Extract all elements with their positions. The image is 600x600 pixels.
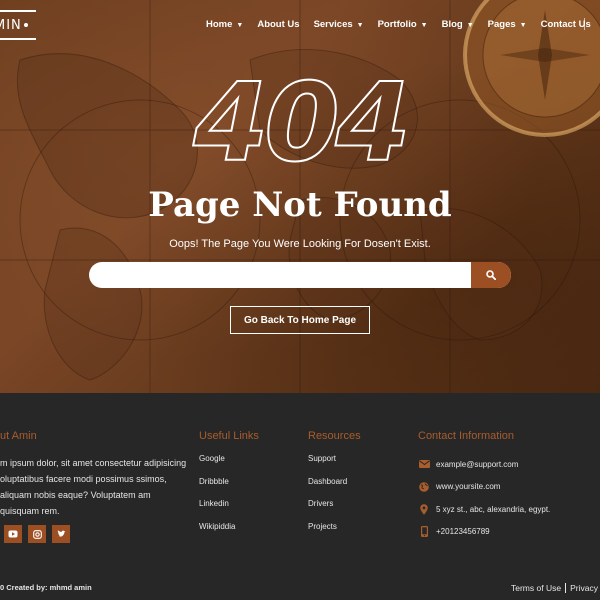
contact-phone[interactable]: +20123456789 (418, 521, 550, 544)
nav-label: About Us (257, 19, 300, 30)
location-pin-icon (418, 503, 430, 515)
social-links (4, 525, 70, 543)
contact-phone-text: +20123456789 (436, 527, 490, 537)
footer-link-dashboard[interactable]: Dashboard (308, 477, 347, 500)
chevron-down-icon: ▼ (519, 22, 527, 29)
search-icon (486, 270, 496, 280)
chevron-down-icon: ▼ (356, 22, 364, 29)
twitter-icon (57, 530, 65, 537)
legal-links: Terms of Use Privacy P (511, 583, 600, 593)
footer-link-drivers[interactable]: Drivers (308, 499, 347, 522)
site-logo[interactable]: MIN (0, 10, 36, 40)
error-code: 404 (0, 70, 600, 170)
legal-divider (565, 583, 567, 593)
envelope-icon (418, 458, 430, 470)
nav-home[interactable]: Home ▼ (206, 19, 243, 30)
privacy-link[interactable]: Privacy P (570, 583, 600, 593)
nav-services[interactable]: Services ▼ (314, 19, 364, 30)
search-bar (89, 262, 511, 288)
useful-links-title: Useful Links (199, 430, 259, 442)
nav-label: Home (206, 19, 233, 30)
chevron-down-icon: ▼ (420, 22, 428, 29)
youtube-icon (8, 530, 18, 538)
contact-title: Contact Information (418, 430, 514, 442)
copyright-text: 0 Created by: mhmd amin (0, 583, 92, 592)
nav-label: Pages (487, 19, 516, 30)
logo-text: MIN (0, 17, 22, 33)
contact-website-text: www.yoursite.com (436, 482, 501, 492)
hero-section: MIN Home▼ About Us Services▼ Portfolio▼ … (0, 0, 600, 393)
resources-title: Resources (308, 430, 361, 442)
nav-label: Blog (441, 19, 463, 30)
instagram-link[interactable] (28, 525, 46, 543)
contact-address-text: 5 xyz st., abc, alexandria, egypt. (436, 504, 551, 514)
globe-icon (418, 481, 430, 493)
youtube-link[interactable] (4, 525, 22, 543)
contact-email-text: example@support.com (436, 459, 519, 469)
error-code-text: 404 (192, 70, 406, 170)
logo-dot (23, 23, 28, 27)
instagram-icon (32, 529, 42, 539)
page-subtitle: Oops! The Page You Were Looking For Dose… (169, 238, 431, 250)
chevron-down-icon: ▼ (236, 22, 244, 29)
useful-links-list: Google Dribbble Linkedin Wikipiddia (199, 454, 235, 544)
contact-website[interactable]: www.yoursite.com (418, 476, 550, 499)
search-button[interactable] (471, 262, 511, 288)
nav-divider (584, 18, 585, 30)
footer-link-support[interactable]: Support (308, 454, 347, 477)
main-nav: Home ▼ About Us Services ▼ Portfolio ▼ Blog… (206, 19, 600, 30)
page-title: Page Not Found (148, 185, 452, 225)
nav-pages[interactable]: Pages ▼ (488, 19, 527, 30)
nav-label: Services (313, 19, 353, 30)
footer-link-projects[interactable]: Projects (308, 522, 347, 545)
footer-link-google[interactable]: Google (199, 454, 235, 477)
nav-about-us[interactable]: About Us (257, 19, 299, 30)
search-input[interactable] (89, 262, 471, 288)
contact-email[interactable]: example@support.com (418, 453, 550, 476)
footer-link-dribbble[interactable]: Dribbble (199, 477, 235, 500)
nav-label: Portfolio (377, 19, 417, 30)
footer-link-wikipiddia[interactable]: Wikipiddia (199, 522, 235, 545)
contact-list: example@support.com www.yoursite.com 5 x… (418, 453, 550, 543)
nav-portfolio[interactable]: Portfolio ▼ (378, 19, 428, 30)
chevron-down-icon: ▼ (466, 22, 474, 29)
terms-link[interactable]: Terms of Use (511, 583, 561, 593)
contact-address: 5 xyz st., abc, alexandria, egypt. (418, 498, 550, 521)
about-text: m ipsum dolor, sit amet consectetur adip… (0, 458, 187, 516)
footer-link-linkedin[interactable]: Linkedin (199, 499, 235, 522)
phone-icon (418, 526, 430, 538)
twitter-link[interactable] (52, 525, 70, 543)
about-title: ut Amin (0, 430, 37, 442)
site-footer: ut Amin m ipsum dolor, sit amet consecte… (0, 393, 600, 600)
go-home-button[interactable]: Go Back To Home Page (230, 306, 370, 334)
resources-list: Support Dashboard Drivers Projects (308, 454, 347, 544)
nav-blog[interactable]: Blog ▼ (442, 19, 474, 30)
